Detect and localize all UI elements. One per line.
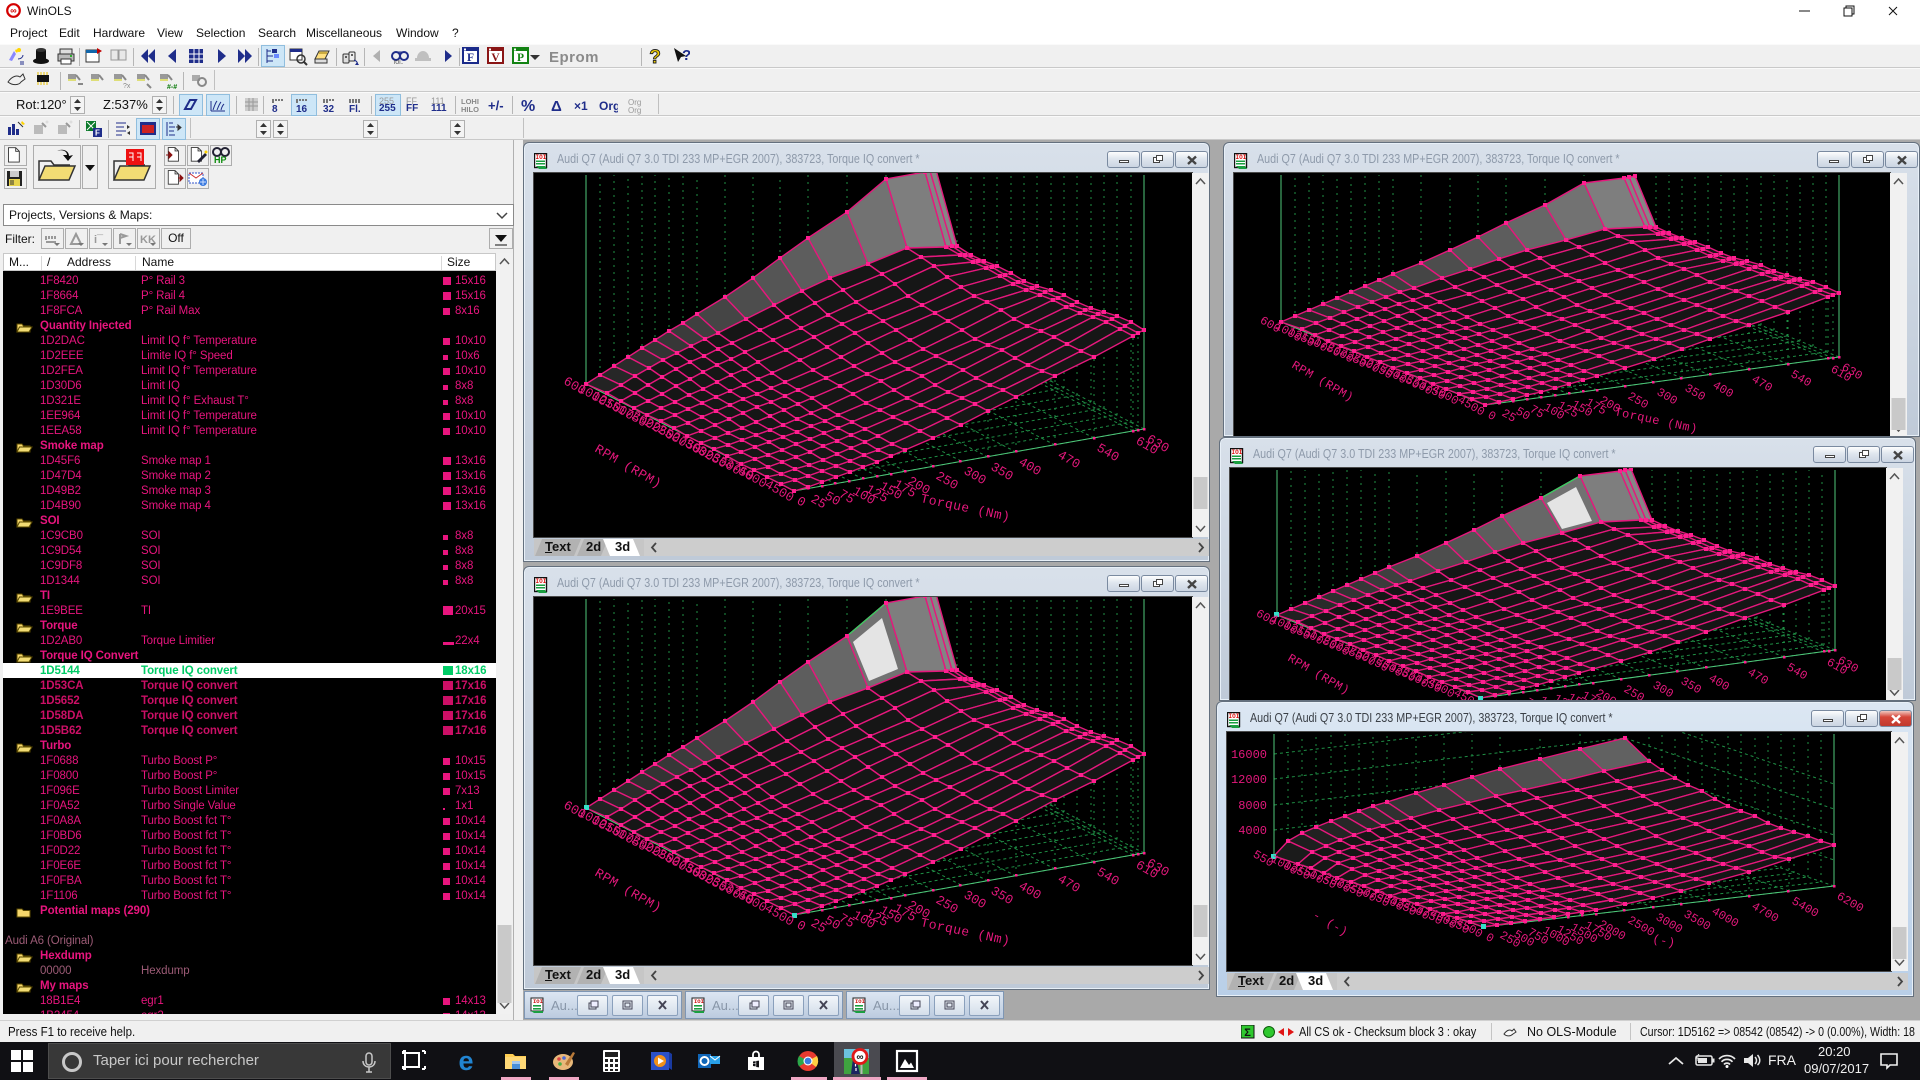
svg-text:4000: 4000 [1238, 824, 1267, 838]
svg-text:5400: 5400 [1789, 894, 1821, 921]
svg-text:4000: 4000 [1709, 904, 1741, 931]
svg-text:%: % [521, 98, 535, 115]
svg-text:- (-): - (-) [1310, 908, 1350, 939]
svg-text:0: 0 [794, 917, 808, 934]
svg-text:HP: HP [214, 155, 227, 165]
svg-text:IOI: IOI [536, 578, 547, 585]
svg-text:2500: 2500 [1625, 913, 1657, 940]
svg-text:6200: 6200 [1834, 889, 1866, 916]
svg-text:×1: ×1 [574, 99, 588, 113]
svg-text:IOI: IOI [533, 998, 543, 1005]
svg-text:RPM (RPM): RPM (RPM) [592, 865, 664, 915]
svg-text:400: 400 [1016, 454, 1044, 479]
svg-text:IOI: IOI [1236, 154, 1247, 161]
svg-text:32: 32 [323, 104, 335, 115]
svg-text:0: 0 [1485, 408, 1498, 424]
svg-text:0: 0 [794, 493, 808, 510]
svg-text:RPM (RPM): RPM (RPM) [1285, 651, 1352, 698]
svg-text:Σ: Σ [1244, 1027, 1251, 1039]
svg-text:400: 400 [1706, 671, 1732, 694]
svg-text:111: 111 [431, 103, 447, 114]
svg-text:470: 470 [1745, 665, 1771, 688]
svg-text:Torque (Nm): Torque (Nm) [919, 915, 1011, 949]
svg-text:∞: ∞ [856, 1052, 863, 1063]
svg-text:Fl.: Fl. [349, 104, 361, 115]
svg-text:255: 255 [379, 103, 396, 114]
svg-text:3500: 3500 [1681, 907, 1713, 934]
svg-text:?x: ?x [123, 83, 131, 90]
svg-text:V: V [491, 52, 500, 64]
svg-text:?: ? [682, 47, 690, 64]
svg-text:IOI..: IOI.. [394, 60, 403, 66]
svg-text:0: 0 [1483, 930, 1496, 946]
svg-text:12000: 12000 [1231, 773, 1267, 787]
svg-text:∞: ∞ [10, 6, 17, 16]
svg-text:300: 300 [1654, 385, 1680, 408]
svg-text:IOI: IOI [694, 998, 704, 1005]
svg-text:540: 540 [1784, 660, 1810, 683]
svg-text:HILO: HILO [461, 105, 479, 114]
svg-text:350: 350 [988, 459, 1016, 484]
svg-text:Torque (Nm): Torque (Nm) [919, 491, 1011, 525]
svg-text:IOI: IOI [855, 998, 865, 1005]
svg-text:+/-: +/- [488, 98, 504, 113]
svg-text:P: P [517, 52, 524, 64]
svg-text:#-#: #-# [167, 84, 177, 90]
svg-text:300: 300 [961, 887, 989, 912]
svg-text:540: 540 [1788, 367, 1814, 390]
svg-text:470: 470 [1749, 372, 1775, 395]
svg-text:Org: Org [599, 99, 618, 113]
svg-text:RPM (RPM): RPM (RPM) [592, 441, 664, 491]
svg-text:Org: Org [628, 106, 641, 115]
svg-text:470: 470 [1055, 871, 1083, 896]
svg-text:350: 350 [1678, 674, 1704, 697]
svg-text:16: 16 [296, 104, 308, 115]
svg-text:16000: 16000 [1231, 748, 1267, 762]
svg-text:350: 350 [1682, 381, 1708, 404]
svg-text:RPM (RPM): RPM (RPM) [1289, 358, 1356, 405]
svg-text:540: 540 [1094, 440, 1122, 465]
svg-text:550: 550 [1250, 848, 1276, 871]
svg-text:540: 540 [1094, 864, 1122, 889]
svg-text:300: 300 [961, 463, 989, 488]
svg-text:F: F [95, 129, 100, 138]
svg-text:400: 400 [1016, 878, 1044, 903]
svg-text:250: 250 [933, 892, 961, 917]
svg-text:Δ: Δ [551, 98, 562, 115]
svg-text:8000: 8000 [1238, 799, 1267, 813]
svg-text:e: e [458, 1048, 473, 1074]
svg-text:IOI: IOI [1232, 449, 1243, 456]
svg-text:F: F [467, 52, 474, 64]
svg-text:IOI: IOI [1229, 713, 1240, 720]
svg-text:300: 300 [1650, 678, 1676, 701]
svg-text:250: 250 [1621, 682, 1647, 701]
svg-text:4700: 4700 [1749, 899, 1781, 926]
svg-text:(-): (-) [1651, 932, 1677, 950]
svg-text:8: 8 [272, 104, 278, 115]
svg-text:i¯: i¯ [94, 234, 104, 246]
svg-text:?: ? [649, 47, 661, 66]
svg-text:250: 250 [933, 468, 961, 493]
svg-text:IOI: IOI [536, 154, 547, 161]
svg-text:350: 350 [988, 883, 1016, 908]
svg-text:400: 400 [1710, 378, 1736, 401]
svg-text:470: 470 [1055, 447, 1083, 472]
svg-text:FF: FF [406, 103, 418, 114]
svg-text:Torque (Nm): Torque (Nm) [1613, 405, 1699, 436]
